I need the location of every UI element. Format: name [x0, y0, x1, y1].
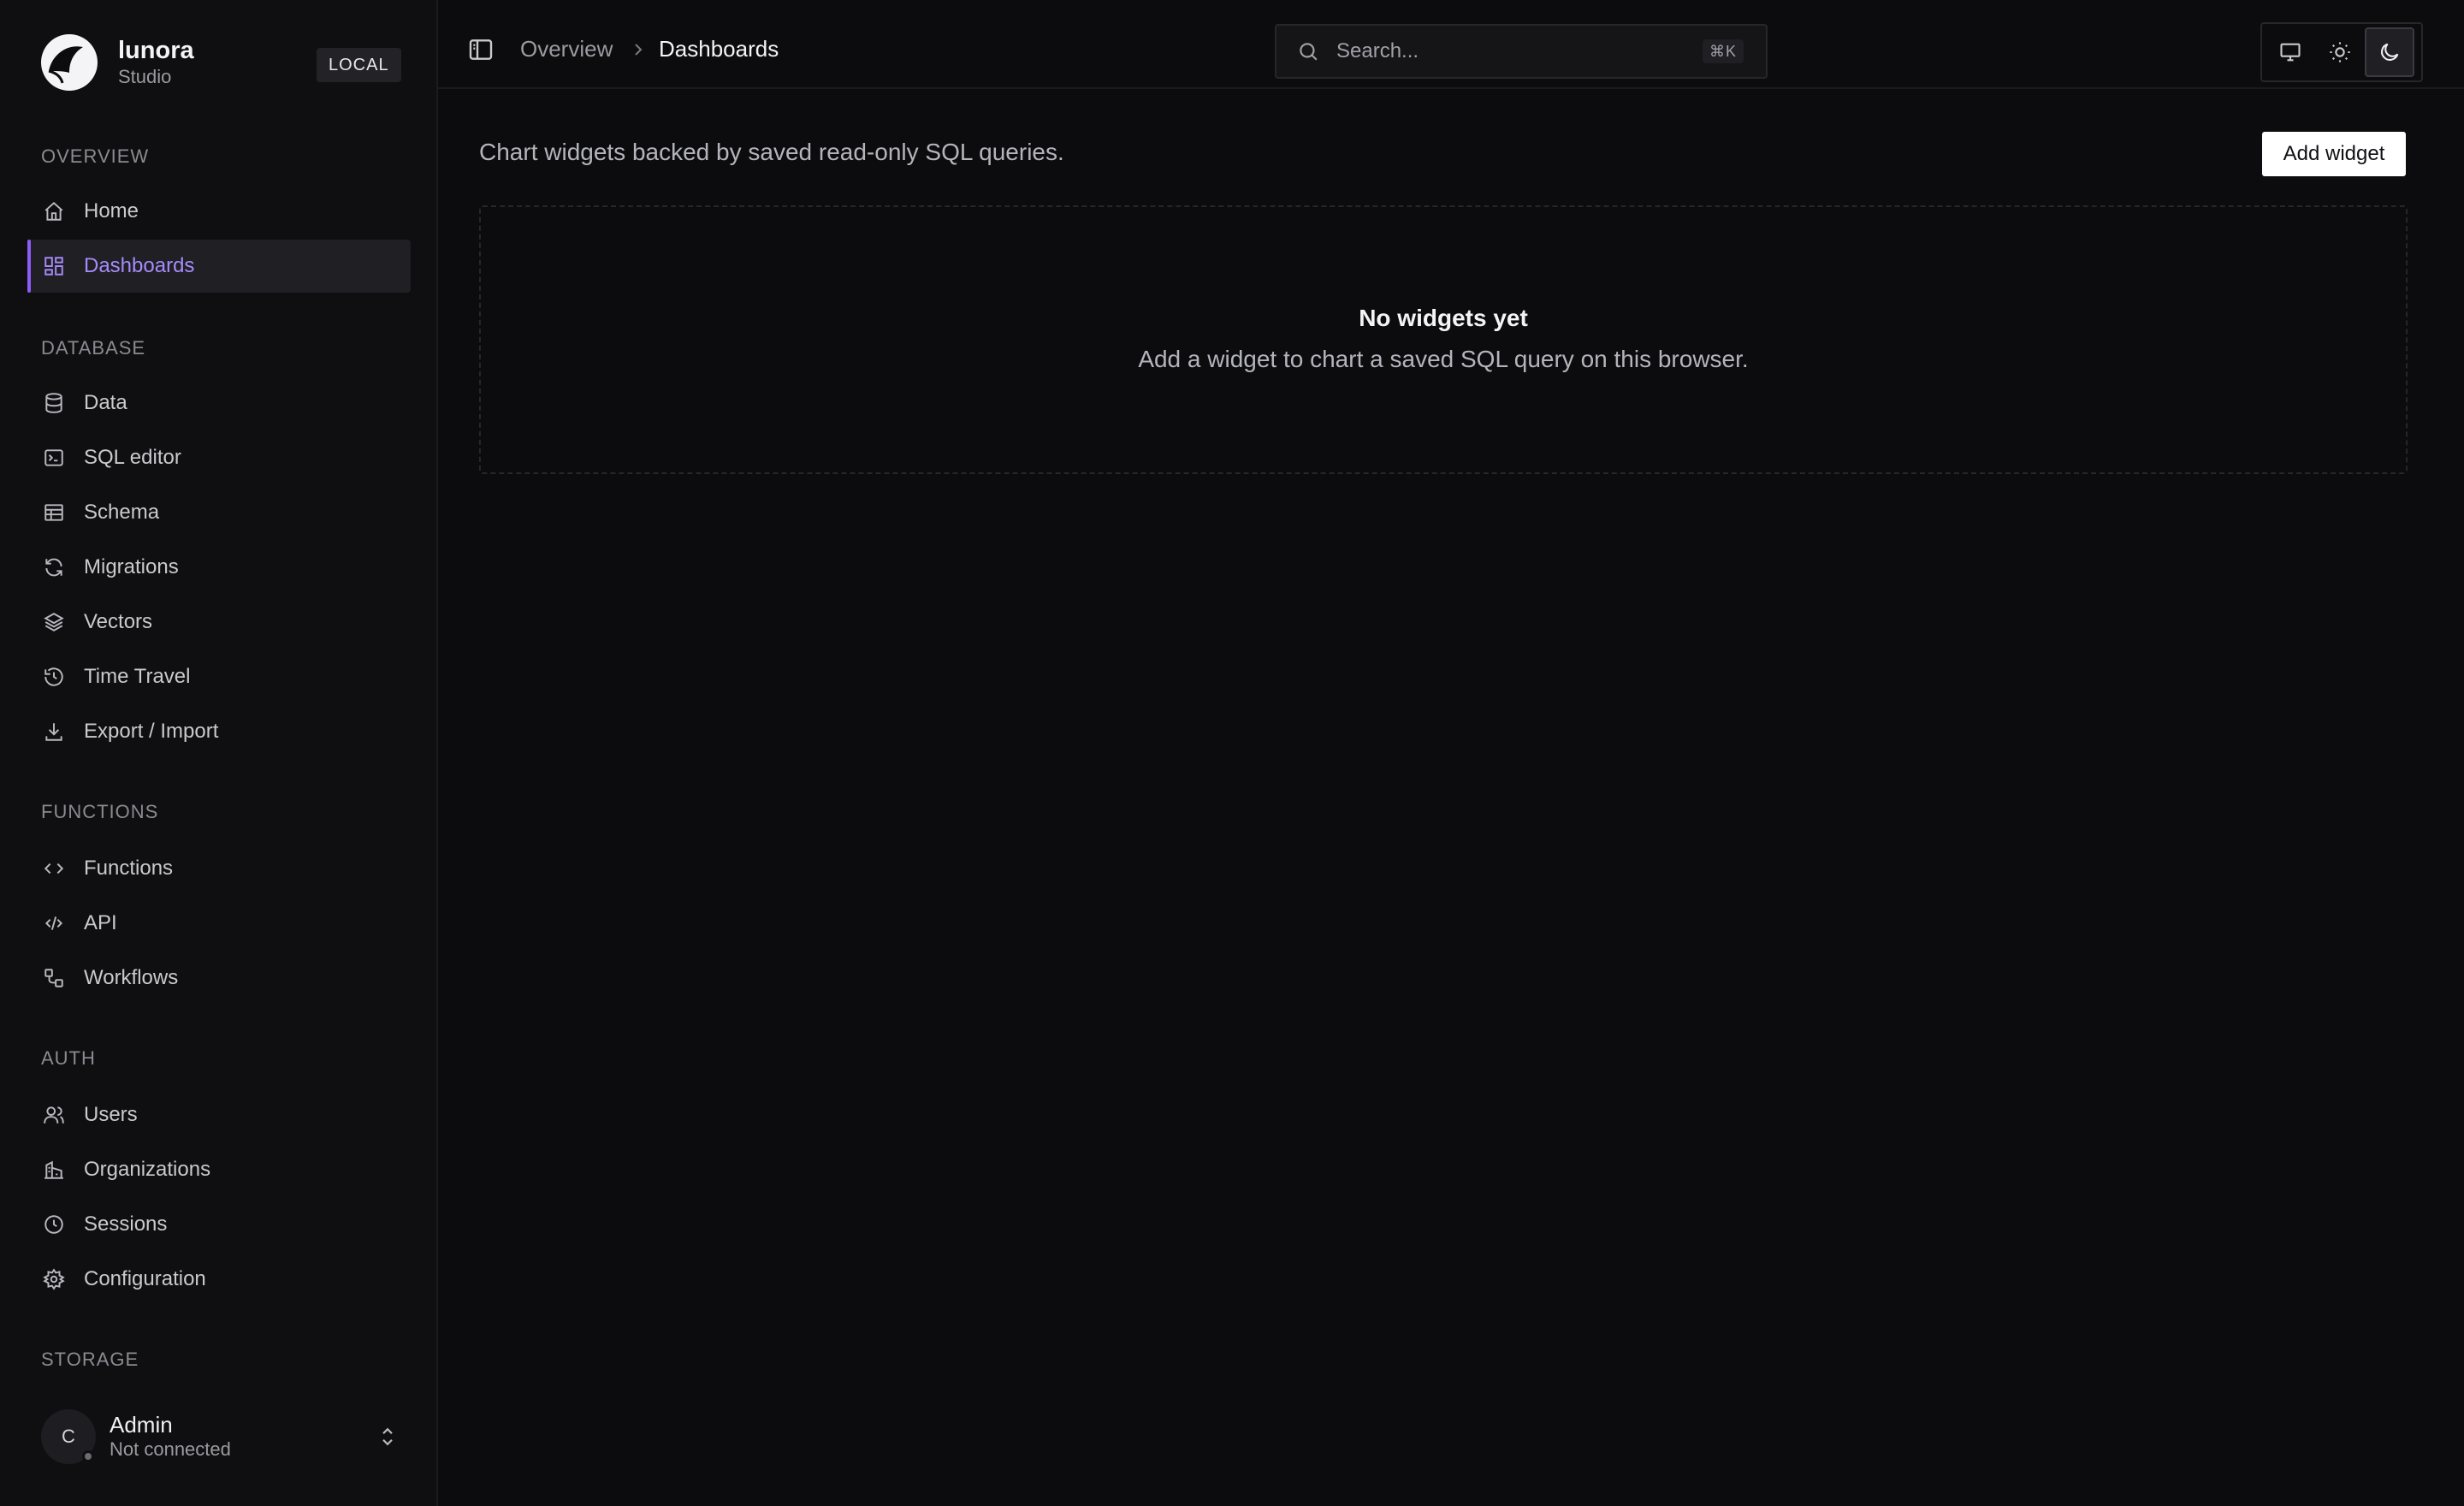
theme-dark-button[interactable]	[2365, 27, 2414, 77]
refresh-icon	[41, 554, 67, 580]
section-title-functions: FUNCTIONS	[41, 801, 159, 822]
breadcrumb-dashboards: Dashboards	[659, 36, 779, 62]
chevron-right-icon	[628, 39, 649, 60]
gear-icon	[41, 1266, 67, 1292]
dashboard-icon	[41, 253, 67, 279]
sidebar-item-label: Organizations	[84, 1158, 211, 1181]
sidebar-item-label: Configuration	[84, 1267, 206, 1290]
sidebar-item-users[interactable]: Users	[27, 1088, 411, 1141]
brand-logo	[41, 34, 98, 91]
empty-state-title: No widgets yet	[1359, 305, 1528, 331]
search-input[interactable]: Search... ⌘K	[1275, 24, 1768, 79]
search-shortcut: ⌘K	[1702, 39, 1744, 63]
avatar-initial: C	[62, 1426, 75, 1447]
section-title-database: DATABASE	[41, 337, 146, 359]
sidebar-item-label: Users	[84, 1103, 138, 1126]
sidebar-item-label: Vectors	[84, 610, 153, 633]
sidebar-item-label: Migrations	[84, 555, 179, 578]
terminal-icon	[41, 445, 67, 471]
connection-status-dot	[82, 1450, 94, 1462]
sidebar-item-label: Sessions	[84, 1213, 168, 1236]
code-icon	[41, 856, 67, 881]
sidebar-item-label: Workflows	[84, 966, 179, 989]
sidebar-item-label: SQL editor	[84, 446, 181, 469]
topbar: Overview Dashboards Search... ⌘K	[438, 0, 2464, 89]
section-title-overview: OVERVIEW	[41, 145, 150, 167]
sidebar-item-data[interactable]: Data	[27, 376, 411, 430]
sidebar-item-label: Schema	[84, 501, 160, 524]
sidebar-item-home[interactable]: Home	[27, 185, 411, 238]
sidebar-item-label: Home	[84, 199, 139, 222]
sidebar-item-schema[interactable]: Schema	[27, 486, 411, 539]
sidebar-item-sessions[interactable]: Sessions	[27, 1198, 411, 1251]
layers-icon	[41, 609, 67, 635]
sidebar-item-configuration[interactable]: Configuration	[27, 1253, 411, 1306]
sidebar-toggle-button[interactable]	[467, 36, 495, 63]
sidebar-item-organizations[interactable]: Organizations	[27, 1143, 411, 1196]
sidebar-item-export-import[interactable]: Export / Import	[27, 705, 411, 758]
empty-state: No widgets yet Add a widget to chart a s…	[479, 205, 2408, 474]
avatar: C	[41, 1409, 96, 1464]
moon-icon	[2378, 40, 2402, 64]
sidebar-toggle-icon	[467, 36, 495, 63]
sun-icon	[2328, 40, 2352, 64]
page-description: Chart widgets backed by saved read-only …	[479, 139, 1064, 165]
search-placeholder: Search...	[1336, 39, 1419, 62]
sidebar-item-label: Export / Import	[84, 720, 219, 743]
chevrons-up-down-icon	[375, 1424, 400, 1450]
empty-state-description: Add a widget to chart a saved SQL query …	[1138, 346, 1749, 372]
section-title-storage: STORAGE	[41, 1349, 139, 1370]
sidebar-item-label: Data	[84, 391, 127, 414]
sidebar-item-migrations[interactable]: Migrations	[27, 541, 411, 594]
sidebar-item-label: Functions	[84, 857, 174, 880]
monitor-icon	[2278, 40, 2302, 64]
sidebar-item-workflows[interactable]: Workflows	[27, 952, 411, 1005]
download-icon	[41, 719, 67, 744]
sidebar-item-sql-editor[interactable]: SQL editor	[27, 431, 411, 484]
sidebar-item-label: Dashboards	[84, 254, 195, 277]
theme-system-button[interactable]	[2266, 27, 2315, 77]
sidebar-item-functions[interactable]: Functions	[27, 842, 411, 895]
workflow-icon	[41, 965, 67, 991]
theme-switcher	[2260, 22, 2423, 82]
env-badge: LOCAL	[317, 48, 401, 82]
brand[interactable]: lunora Studio	[41, 34, 194, 91]
users-icon	[41, 1102, 67, 1128]
sidebar-item-api[interactable]: API	[27, 897, 411, 950]
clock-icon	[41, 1212, 67, 1237]
theme-light-button[interactable]	[2315, 27, 2365, 77]
main-content: Overview Dashboards Search... ⌘K Chart w…	[438, 0, 2464, 1506]
section-title-auth: AUTH	[41, 1047, 96, 1069]
sidebar-item-vectors[interactable]: Vectors	[27, 596, 411, 649]
history-icon	[41, 664, 67, 690]
database-icon	[41, 390, 67, 416]
user-name: Admin	[110, 1412, 173, 1438]
sidebar-item-label: API	[84, 911, 117, 934]
breadcrumb-overview[interactable]: Overview	[520, 36, 613, 62]
search-icon	[1297, 40, 1319, 62]
building-icon	[41, 1157, 67, 1183]
user-menu[interactable]: C Admin Not connected	[41, 1408, 400, 1465]
sidebar-item-dashboards[interactable]: Dashboards	[27, 240, 411, 293]
brand-name: lunora	[118, 37, 194, 64]
user-status: Not connected	[110, 1438, 231, 1460]
sidebar: lunora Studio LOCAL OVERVIEW Home Dashbo…	[0, 0, 438, 1506]
add-widget-button[interactable]: Add widget	[2262, 132, 2406, 176]
app-root: lunora Studio LOCAL OVERVIEW Home Dashbo…	[0, 0, 2464, 1506]
code-xml-icon	[41, 910, 67, 936]
brand-subtitle: Studio	[118, 66, 172, 87]
home-icon	[41, 199, 67, 224]
table-icon	[41, 500, 67, 525]
sidebar-item-label: Time Travel	[84, 665, 191, 688]
sidebar-item-time-travel[interactable]: Time Travel	[27, 650, 411, 703]
